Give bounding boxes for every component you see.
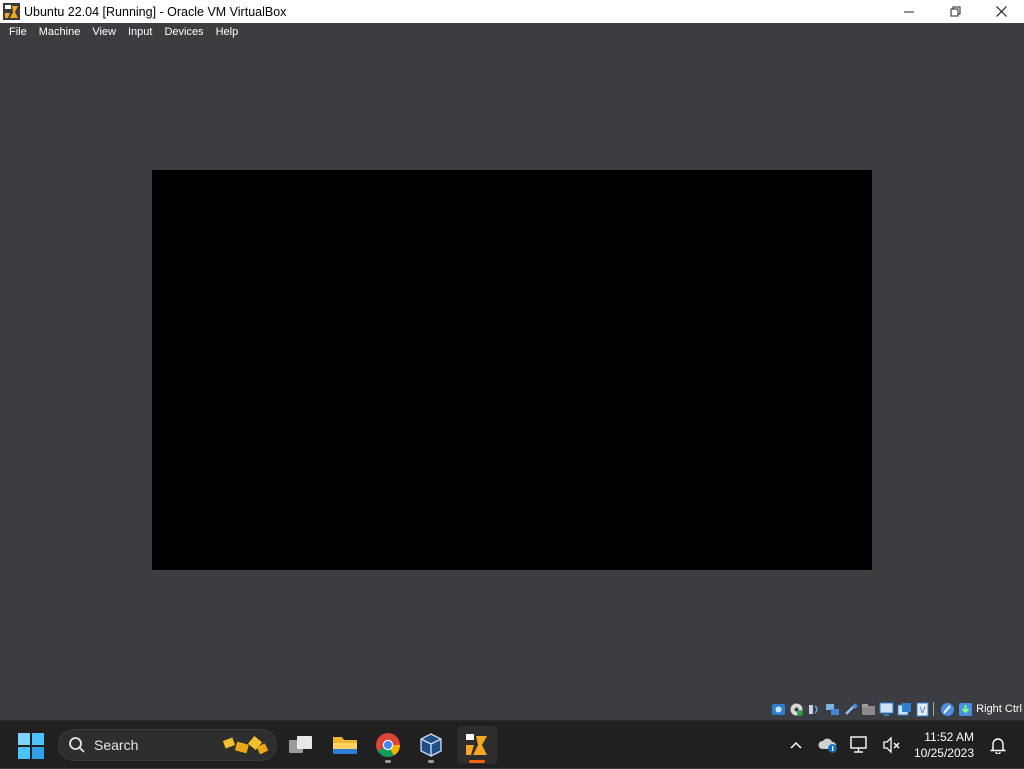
search-icon [69,737,85,753]
volume-button[interactable] [880,733,904,757]
virtualbox-manager-button[interactable] [411,726,451,764]
svg-text:V: V [920,706,927,716]
keyboard-capture-icon[interactable] [958,702,973,717]
restore-button[interactable] [932,0,978,23]
host-key-label: Right Ctrl [976,703,1022,715]
usb-icon[interactable] [843,702,858,717]
minimize-icon [903,11,914,13]
recording-icon[interactable] [897,702,912,717]
menu-help[interactable]: Help [210,23,245,41]
file-explorer-button[interactable] [325,726,365,764]
volume-muted-icon [883,736,900,754]
window-title: Ubuntu 22.04 [Running] - Oracle VM Virtu… [24,4,287,19]
search-highlight-icon [222,735,269,755]
cpu-icon[interactable]: V [915,702,930,717]
network-status-icon [850,736,867,753]
cloud-icon [818,738,837,753]
active-indicator [469,760,485,763]
taskbar-search[interactable]: Search [58,729,277,761]
menu-devices[interactable]: Devices [158,23,209,41]
vm-display-area [0,41,1024,698]
notification-button[interactable] [986,733,1010,757]
virtualbox-manager-icon [420,733,442,757]
minimize-button[interactable] [886,0,932,23]
mouse-integration-icon[interactable] [940,702,955,717]
start-button[interactable] [18,733,44,759]
title-bar[interactable]: Ubuntu 22.04 [Running] - Oracle VM Virtu… [0,0,1024,23]
menu-input[interactable]: Input [122,23,158,41]
onedrive-button[interactable] [816,733,840,757]
running-indicator [428,760,434,763]
display-icon[interactable] [879,702,894,717]
virtualbox-vm-icon [3,3,20,20]
system-tray: 11:52 AM 10/25/2023 [780,721,1024,769]
running-indicator [385,760,391,763]
menu-bar: File Machine View Input Devices Help [0,23,1024,41]
close-button[interactable] [978,0,1024,23]
hard-disk-icon[interactable] [771,702,786,717]
close-icon [995,6,1007,17]
taskbar-clock[interactable]: 11:52 AM 10/25/2023 [914,729,974,761]
audio-icon[interactable] [807,702,822,717]
chrome-icon [376,733,400,758]
menu-file[interactable]: File [3,23,33,41]
virtualbox-vm-button[interactable] [457,726,497,764]
virtualbox-vm-icon [466,734,487,755]
menu-machine[interactable]: Machine [33,23,87,41]
vm-status-bar: V Right Ctrl [0,698,1024,720]
shared-folders-icon[interactable] [861,702,876,717]
chrome-button[interactable] [368,726,408,764]
vm-screen[interactable] [152,170,872,570]
menu-view[interactable]: View [86,23,122,41]
network-status-button[interactable] [848,733,872,757]
task-view-button[interactable] [281,726,321,764]
windows-taskbar: Search 11:52 AM 10/25/2023 [0,720,1024,768]
tray-overflow-button[interactable] [784,733,808,757]
restore-icon [950,6,960,17]
status-separator [933,702,935,716]
clock-date: 10/25/2023 [913,746,974,760]
optical-drive-icon[interactable] [789,702,804,717]
chevron-up-icon [790,741,802,749]
task-view-icon [289,736,312,753]
network-icon[interactable] [825,702,840,717]
windows-logo-icon [18,733,30,745]
bell-icon [990,738,1006,754]
clock-time: 11:52 AM [924,730,974,744]
file-explorer-icon [333,737,357,754]
search-placeholder: Search [94,737,139,753]
